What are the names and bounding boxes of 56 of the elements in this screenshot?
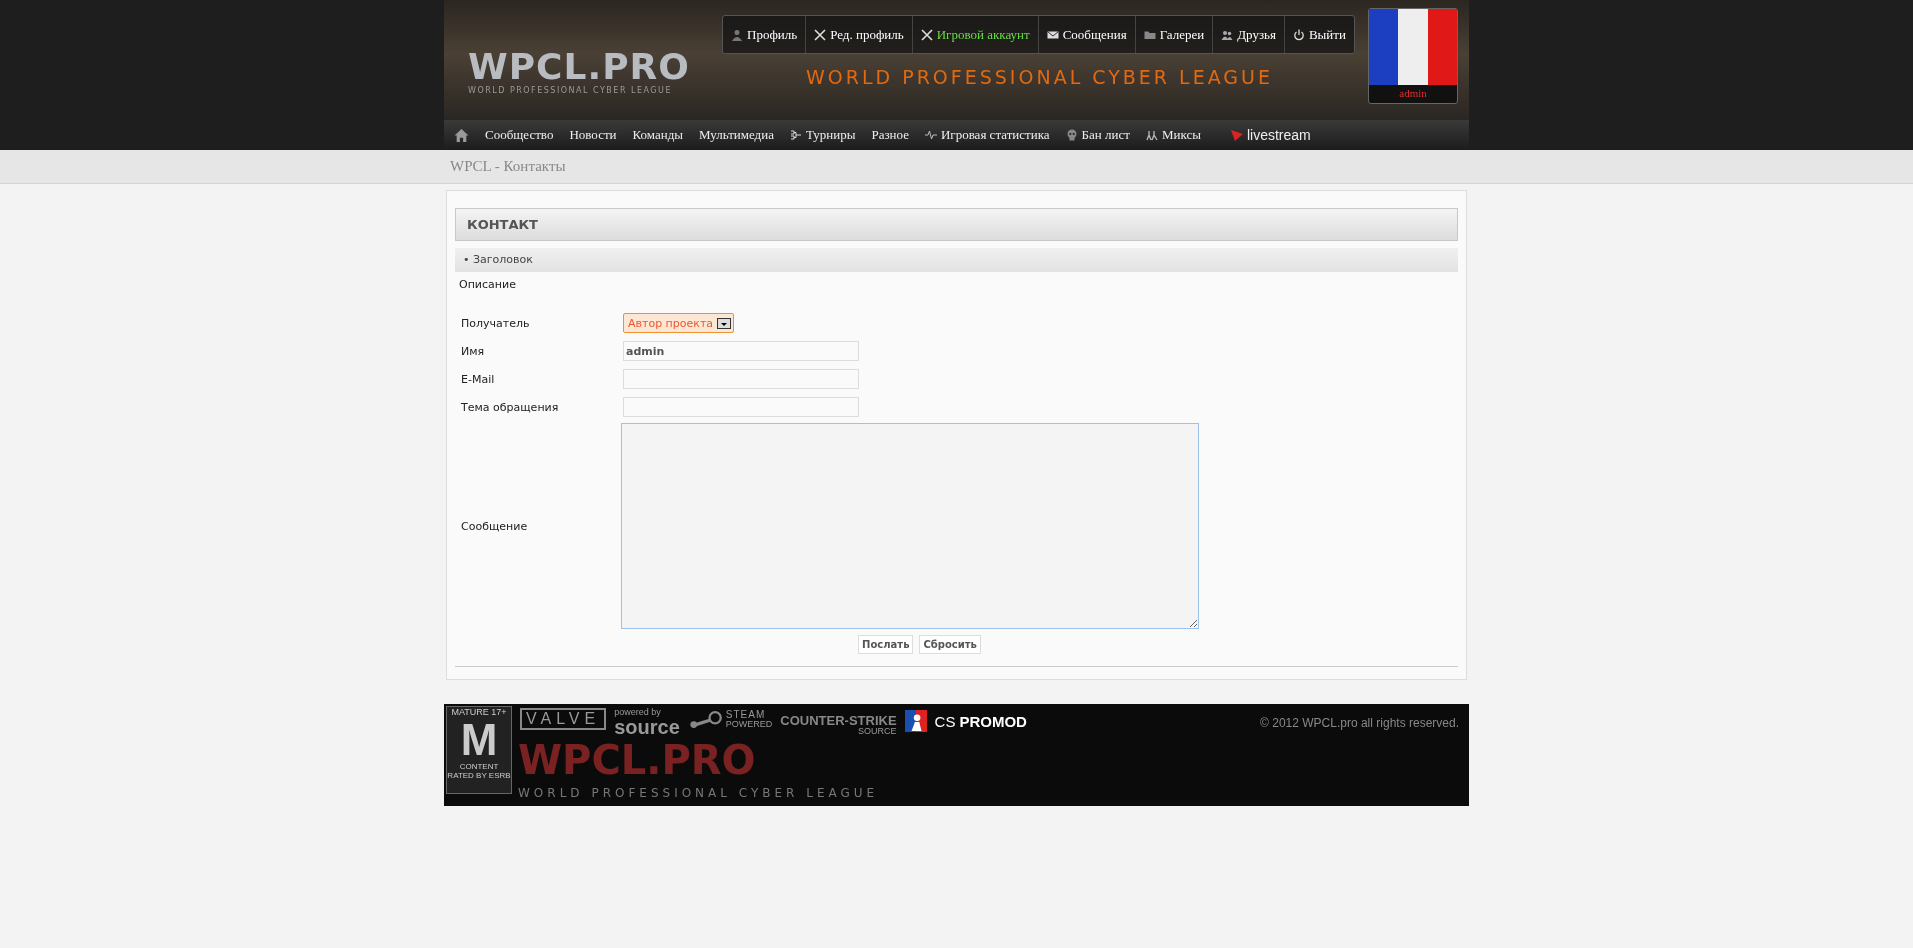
user-menu-link[interactable]: Профиль <box>723 16 807 53</box>
user-menu-link[interactable]: Друзья <box>1213 16 1285 53</box>
field-label: E-Mail <box>461 372 496 386</box>
form-button[interactable]: Сбросить <box>919 635 981 654</box>
description-text: Описание <box>458 277 517 293</box>
counter-strike-logo: COUNTER-STRIKE SOURCE <box>780 714 897 736</box>
nav-link[interactable]: Разное <box>863 127 917 143</box>
copyright-text: © 2012 WPCL.pro all rights reserved. <box>1260 716 1459 730</box>
input-field[interactable] <box>623 369 859 389</box>
steam-logo: STEAM POWERED <box>687 710 773 729</box>
footer-watermark-subtitle: WORLD PROFESSIONAL CYBER LEAGUE <box>518 786 879 800</box>
bracket-icon <box>789 129 802 141</box>
footer-watermark-logo: WPCL.PRO <box>518 738 756 782</box>
field-label: Сообщение <box>461 519 529 533</box>
user-menu-link[interactable]: Выйти <box>1284 16 1354 53</box>
field-label: Тема обращения <box>461 400 560 414</box>
esrb-rating-badge: MATURE 17+ M CONTENT RATED BY ESRB <box>446 706 512 794</box>
home-icon[interactable] <box>454 127 469 143</box>
input-field[interactable] <box>623 397 859 417</box>
nav-link[interactable]: Мультимедиа <box>691 127 782 143</box>
nav-link[interactable]: Миксы <box>1137 127 1209 143</box>
logo-subtitle: WORLD PROFESSIONAL CYBER LEAGUE <box>468 86 673 95</box>
livestream-link[interactable]: livestream <box>1222 127 1319 143</box>
field-label: Получатель <box>461 316 531 330</box>
power-icon <box>1292 28 1305 41</box>
user-menu-link[interactable]: Ред. профиль <box>806 16 913 53</box>
valve-logo: VALVE <box>520 708 607 730</box>
form-button[interactable]: Послать <box>858 635 914 654</box>
nav-link[interactable]: Бан лист <box>1057 127 1138 143</box>
people-icon <box>1221 28 1234 41</box>
user-menu-link[interactable]: Сообщения <box>1038 16 1136 53</box>
nav-link[interactable]: Команды <box>624 127 692 143</box>
avatar-flag-picture[interactable] <box>1369 9 1457 85</box>
skull-icon <box>1065 129 1078 141</box>
nav-link[interactable]: Новости <box>561 127 625 143</box>
person-icon <box>731 28 743 41</box>
input-field[interactable]: admin <box>623 341 859 361</box>
page-title: WPCL - Контакты <box>449 157 567 175</box>
envelope-icon <box>1046 28 1059 41</box>
nav-link[interactable]: Турниры <box>781 127 864 143</box>
tagline: WORLD PROFESSIONAL CYBER LEAGUE <box>806 66 1273 88</box>
livestream-logo-icon <box>1230 129 1243 141</box>
field-label: Имя <box>461 344 486 358</box>
user-menu-link[interactable]: Игровой аккаунт <box>912 16 1039 53</box>
user-menu-link[interactable]: Галереи <box>1135 16 1214 53</box>
nav-link[interactable]: Сообщество <box>477 127 562 143</box>
nav-link[interactable]: Игровая статистика <box>916 127 1058 143</box>
site-logo[interactable]: WPCL.PRO <box>468 48 690 86</box>
dropdown-caret-icon <box>717 317 732 329</box>
username[interactable]: admin <box>1369 85 1457 101</box>
section-heading: • Заголовок <box>455 248 1458 272</box>
promod-logo: CS PROMOD <box>904 710 1027 732</box>
source-logo: powered by source <box>614 708 680 737</box>
contact-title: КОНТАКТ <box>455 208 1458 241</box>
pulse-icon <box>924 129 937 141</box>
message-textarea[interactable] <box>621 423 1199 629</box>
